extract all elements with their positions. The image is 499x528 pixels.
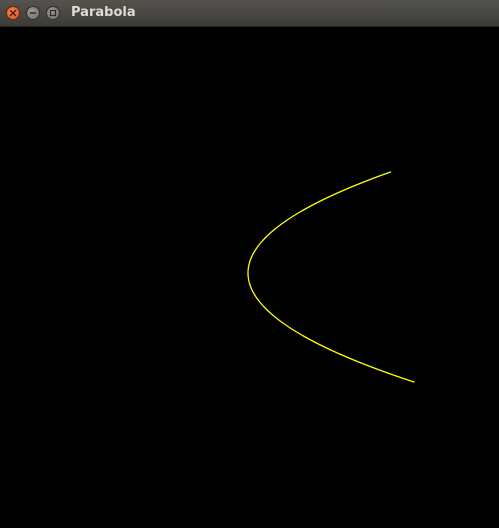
close-button[interactable]: [6, 6, 20, 20]
minimize-button[interactable]: [26, 6, 40, 20]
parabola-curve: [247, 171, 415, 383]
parabola-plot: [247, 171, 415, 383]
window-title: Parabola: [71, 5, 136, 20]
minimize-icon: [29, 12, 37, 14]
titlebar[interactable]: Parabola: [0, 0, 499, 27]
maximize-button[interactable]: [46, 6, 60, 20]
drawing-canvas: [0, 27, 499, 528]
maximize-icon: [49, 9, 57, 17]
close-icon: [9, 9, 17, 17]
app-window: Parabola: [0, 0, 499, 528]
